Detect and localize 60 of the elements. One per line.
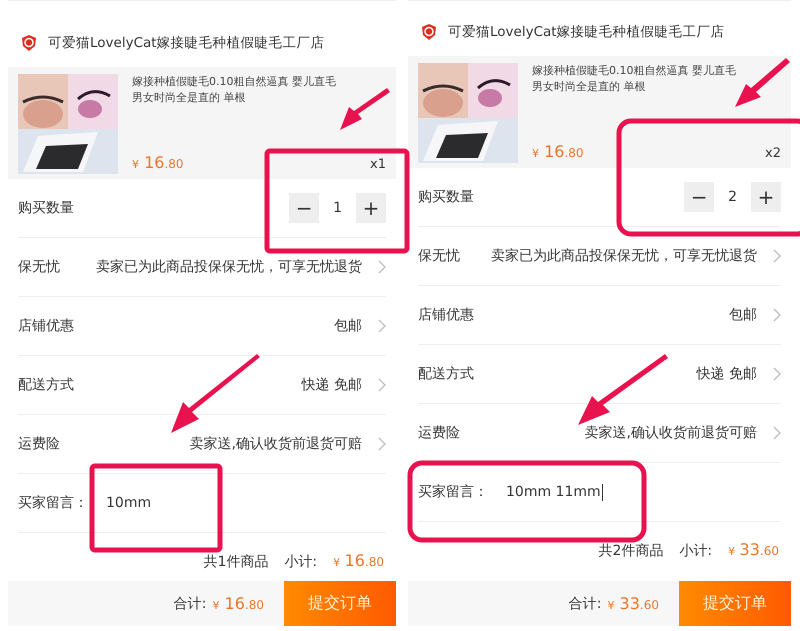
message-label: 买家留言： bbox=[18, 494, 88, 512]
option-label: 保无忧 bbox=[18, 258, 60, 276]
product-title: 嫁接种植假睫毛0.10粗自然逼真 婴儿直毛男女时尚全是直的 单根 bbox=[532, 63, 737, 95]
shop-badge-icon bbox=[420, 23, 438, 41]
product-price: ¥ 16.80 bbox=[532, 142, 584, 161]
option-value[interactable]: 包邮 bbox=[487, 306, 757, 324]
product-title: 嫁接种植假睫毛0.10粗自然逼真 婴儿直毛男女时尚全是直的 单根 bbox=[132, 74, 337, 106]
option-value[interactable]: 卖家已为此商品投保保无忧，可享无忧退货 bbox=[92, 258, 362, 276]
total-label: 合计: bbox=[568, 594, 602, 612]
product-price: ¥ 16.80 bbox=[132, 153, 184, 172]
option-value[interactable]: 卖家送,确认收货前退货可赔 bbox=[92, 435, 362, 453]
chevron-icon[interactable] bbox=[378, 319, 386, 333]
message-field[interactable]: 10mm bbox=[106, 494, 154, 512]
total-price: ¥ 16.80 bbox=[212, 594, 264, 613]
increase-button[interactable]: + bbox=[751, 182, 781, 212]
option-label: 运费险 bbox=[18, 435, 60, 453]
total-label: 合计: bbox=[174, 594, 206, 612]
option-label: 配送方式 bbox=[418, 365, 474, 383]
subtotal-label: 小计: bbox=[679, 542, 712, 560]
option-value[interactable]: 包邮 bbox=[92, 317, 362, 335]
product-card[interactable]: 嫁接种植假睫毛0.10粗自然逼真 婴儿直毛男女时尚全是直的 单根 ¥ 16.80 x2 bbox=[408, 56, 791, 168]
item-count: 共1件商品 bbox=[203, 553, 268, 571]
shop-badge-icon bbox=[20, 34, 38, 52]
chevron-icon[interactable] bbox=[378, 437, 386, 451]
message-field[interactable]: 10mm 11mm bbox=[506, 484, 603, 500]
quantity-label: 购买数量 bbox=[418, 188, 474, 206]
quantity-label: 购买数量 bbox=[18, 199, 74, 217]
chevron-icon[interactable] bbox=[773, 249, 781, 263]
option-label: 配送方式 bbox=[18, 376, 74, 394]
shop-name[interactable]: 可爱猫LovelyCat嫁接睫毛种植假睫毛工厂店 bbox=[448, 23, 725, 41]
option-label: 保无忧 bbox=[418, 247, 460, 265]
chevron-icon[interactable] bbox=[773, 426, 781, 440]
option-value[interactable]: 快递 免邮 bbox=[92, 376, 362, 394]
option-label: 店铺优惠 bbox=[418, 306, 474, 324]
chevron-icon[interactable] bbox=[773, 367, 781, 381]
chevron-icon[interactable] bbox=[773, 308, 781, 322]
total-price: ¥ 33.60 bbox=[607, 594, 659, 613]
item-count: 共2件商品 bbox=[598, 542, 664, 560]
chevron-icon[interactable] bbox=[378, 260, 386, 274]
subtotal-price: ¥ 33.60 bbox=[728, 540, 779, 559]
product-card[interactable]: 嫁接种植假睫毛0.10粗自然逼真 婴儿直毛男女时尚全是直的 单根 ¥ 16.80 x1 bbox=[8, 67, 396, 179]
subtotal-price: ¥ 16.80 bbox=[333, 551, 384, 570]
option-value[interactable]: 卖家已为此商品投保保无忧，可享无忧退货 bbox=[487, 247, 757, 265]
quantity-tag: x1 bbox=[370, 157, 386, 172]
shop-name[interactable]: 可爱猫LovelyCat嫁接睫毛种植假睫毛工厂店 bbox=[48, 34, 325, 52]
subtotal-label: 小计: bbox=[284, 553, 318, 571]
option-label: 店铺优惠 bbox=[18, 317, 74, 335]
annotation-arrow bbox=[735, 58, 790, 107]
quantity-tag: x2 bbox=[765, 146, 781, 161]
decrease-button[interactable]: − bbox=[289, 193, 320, 223]
option-value[interactable]: 卖家送,确认收货前退货可赔 bbox=[487, 424, 757, 442]
quantity-value[interactable]: 2 bbox=[728, 189, 737, 205]
chevron-icon[interactable] bbox=[378, 378, 386, 392]
quantity-value[interactable]: 1 bbox=[333, 200, 342, 216]
increase-button[interactable]: + bbox=[356, 193, 386, 223]
decrease-button[interactable]: − bbox=[684, 182, 714, 212]
annotation-arrow bbox=[340, 88, 390, 130]
option-value[interactable]: 快递 免邮 bbox=[487, 365, 757, 383]
message-label: 买家留言： bbox=[418, 483, 488, 501]
option-label: 运费险 bbox=[418, 424, 460, 442]
